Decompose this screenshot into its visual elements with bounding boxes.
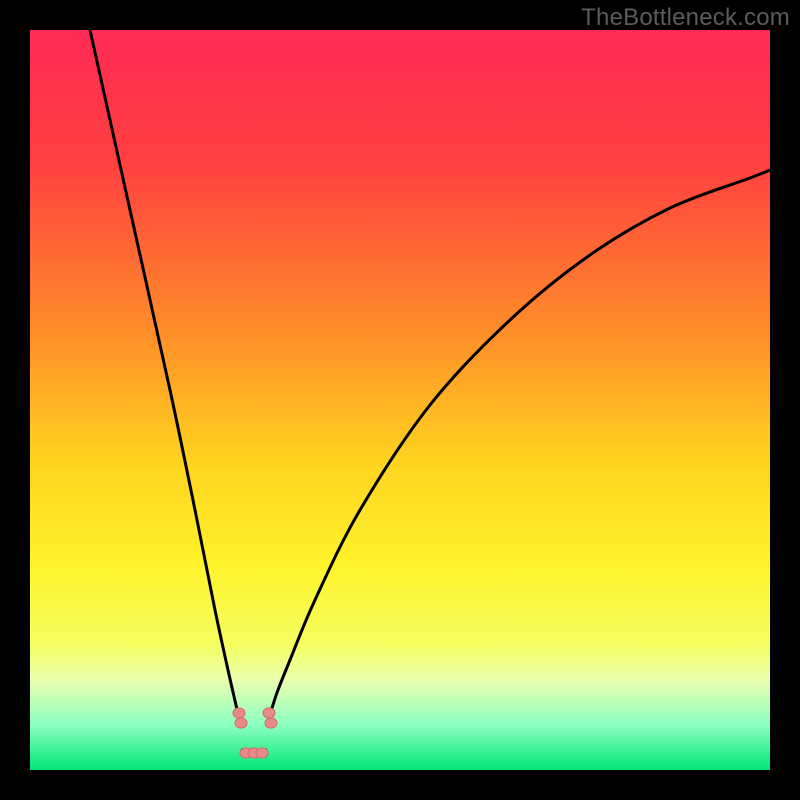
- plot-area: [30, 30, 770, 770]
- data-marker: [233, 708, 245, 718]
- data-marker: [256, 748, 268, 758]
- data-marker: [265, 718, 277, 728]
- data-marker: [235, 718, 247, 728]
- data-marker: [263, 708, 275, 718]
- watermark-text: TheBottleneck.com: [581, 4, 790, 32]
- marker-layer: [30, 30, 770, 770]
- chart-canvas: TheBottleneck.com: [0, 0, 800, 800]
